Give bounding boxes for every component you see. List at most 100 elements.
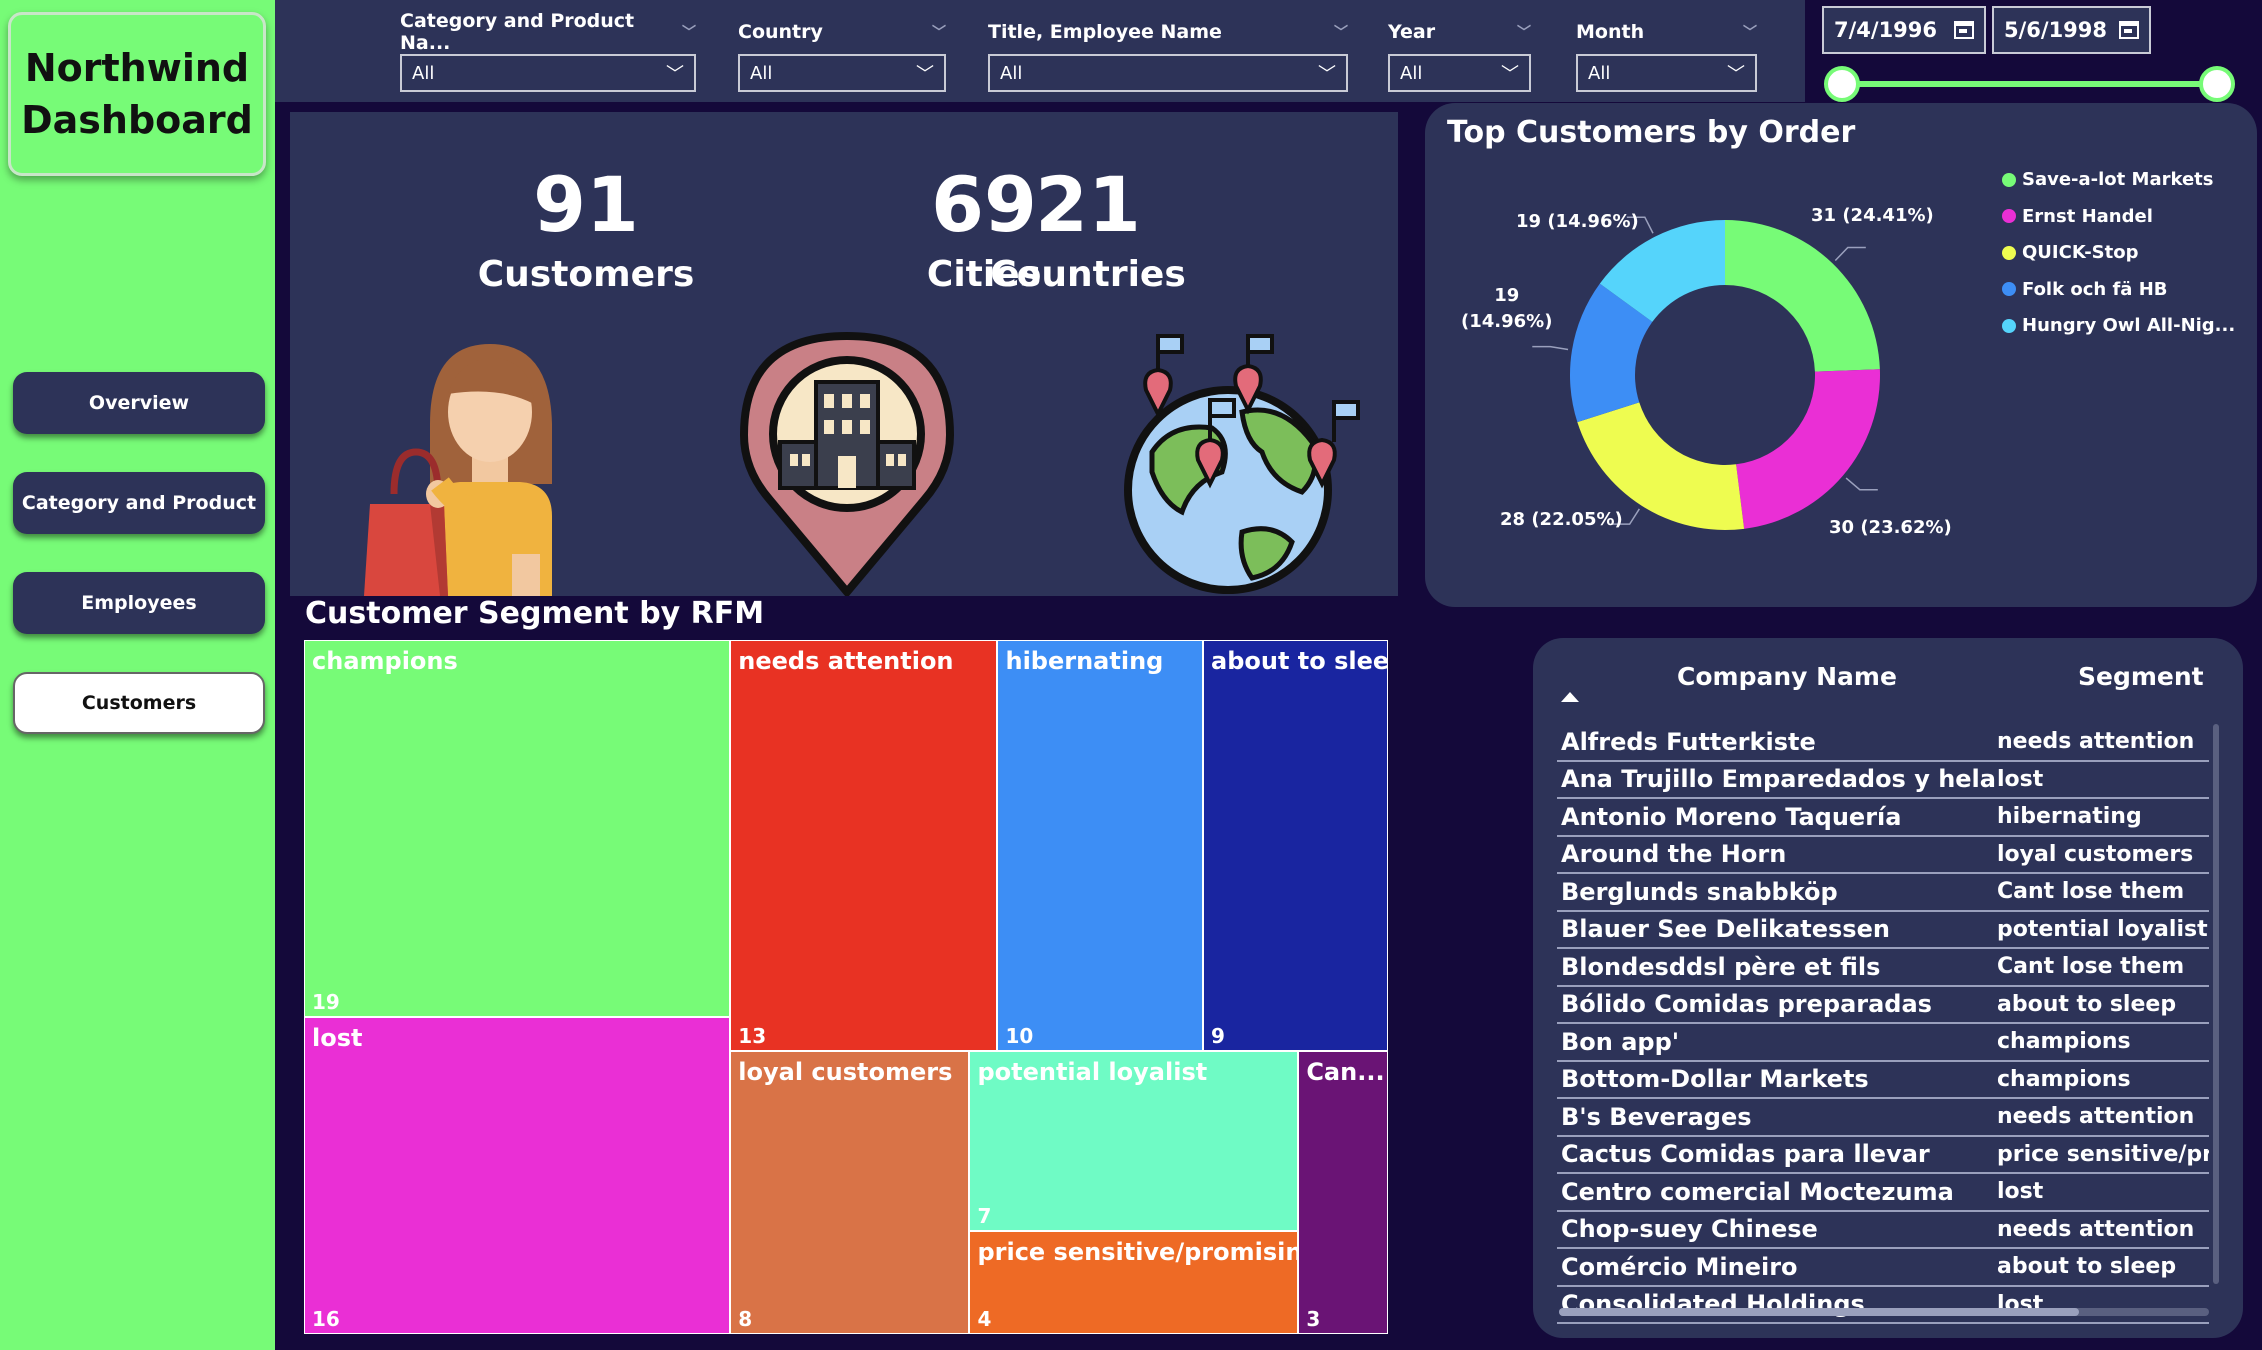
treemap-tile[interactable]: about to sleep 9 bbox=[1203, 640, 1388, 1052]
company-name-cell: Bottom-Dollar Markets bbox=[1561, 1065, 1869, 1094]
chevron-down-icon: ﹀ bbox=[1318, 64, 1336, 85]
chevron-down-icon[interactable]: ﹀ bbox=[1743, 22, 1757, 42]
column-header-company-name[interactable]: Company Name bbox=[1677, 662, 1897, 691]
filter-value: All bbox=[412, 62, 435, 84]
chevron-down-icon[interactable]: ﹀ bbox=[1334, 22, 1348, 42]
legend-label: Save-a-lot Markets bbox=[2022, 169, 2214, 190]
table-row[interactable]: Cactus Comidas para llevar price sensitiv… bbox=[1557, 1137, 2209, 1174]
table-row[interactable]: Ana Trujillo Emparedados y helados lost bbox=[1557, 762, 2209, 799]
calendar-icon[interactable] bbox=[2119, 21, 2139, 39]
table-row[interactable]: Alfreds Futterkiste needs attention bbox=[1557, 724, 2209, 762]
legend-item[interactable]: QUICK-Stop bbox=[2002, 242, 2139, 263]
company-name-cell: Bólido Comidas preparadas bbox=[1561, 990, 1932, 1019]
date-end-input[interactable]: 5/6/1998 bbox=[1992, 6, 2151, 54]
donut-slice[interactable] bbox=[1736, 369, 1880, 529]
segment-cell: hibernating bbox=[1997, 804, 2142, 830]
table-row[interactable]: Berglunds snabbköp Cant lose them bbox=[1557, 874, 2209, 912]
treemap-tile[interactable]: champions 19 bbox=[304, 640, 731, 1017]
filter-month: Month ﹀ All ﹀ bbox=[1576, 18, 1757, 92]
column-header-segment[interactable]: Segment bbox=[2078, 662, 2204, 691]
table-row[interactable]: Antonio Moreno Taquería hibernating bbox=[1557, 799, 2209, 837]
segment-cell: about to sleep bbox=[1997, 1254, 2177, 1280]
legend-item[interactable]: Folk och fä HB bbox=[2002, 279, 2168, 300]
donut-data-label: 28 (22.05%) bbox=[1500, 509, 1623, 530]
date-slider-start-handle[interactable] bbox=[1824, 66, 1860, 102]
treemap-tile[interactable]: potential loyalist 7 bbox=[969, 1051, 1299, 1232]
treemap-tile[interactable]: needs attention 13 bbox=[730, 640, 998, 1052]
table-row[interactable]: Bólido Comidas preparadas about to sleep bbox=[1557, 987, 2209, 1024]
sort-ascending-icon[interactable] bbox=[1561, 692, 1579, 702]
treemap-title: Customer Segment by RFM bbox=[305, 596, 765, 631]
table-row[interactable]: Blondesddsl père et fils Cant lose them bbox=[1557, 949, 2209, 987]
table-row[interactable]: Bon app' champions bbox=[1557, 1024, 2209, 1062]
table-row[interactable]: Centro comercial Moctezuma lost bbox=[1557, 1174, 2209, 1212]
calendar-icon[interactable] bbox=[1954, 21, 1974, 39]
treemap-tile[interactable]: price sensitive/promising 4 bbox=[969, 1231, 1299, 1334]
top-customers-chart-panel: Top Customers by Order Save-a-lot Market… bbox=[1425, 103, 2257, 607]
table-row[interactable]: Around the Horn loyal customers bbox=[1557, 837, 2209, 874]
legend-label: QUICK-Stop bbox=[2022, 242, 2139, 263]
nav-category-product-button[interactable]: Category and Product bbox=[13, 472, 265, 534]
segment-cell: loyal customers bbox=[1997, 841, 2194, 867]
chevron-down-icon[interactable]: ﹀ bbox=[932, 22, 946, 42]
nav-customers-button[interactable]: Customers bbox=[13, 672, 265, 734]
date-slider-end-handle[interactable] bbox=[2199, 66, 2235, 102]
shopper-icon bbox=[364, 344, 552, 596]
treemap-tile-value: 19 bbox=[312, 989, 340, 1014]
globe-pins-icon bbox=[1124, 334, 1360, 594]
segment-cell: about to sleep bbox=[1997, 991, 2177, 1017]
nav-employees-button[interactable]: Employees bbox=[13, 572, 265, 634]
donut-data-label: 31 (24.41%) bbox=[1811, 205, 1934, 226]
filter-employee-dropdown[interactable]: All ﹀ bbox=[988, 54, 1348, 92]
filter-employee: Title, Employee Name ﹀ All ﹀ bbox=[988, 18, 1348, 92]
treemap-tile-label: Can... bbox=[1306, 1058, 1385, 1087]
legend-item[interactable]: Hungry Owl All-Nig... bbox=[2002, 315, 2235, 336]
donut-slice[interactable] bbox=[1725, 220, 1880, 372]
segment-cell: champions bbox=[1997, 1029, 2131, 1055]
segment-cell: lost bbox=[1997, 1179, 2044, 1205]
company-name-cell: Bon app' bbox=[1561, 1027, 1680, 1056]
company-name-cell: Antonio Moreno Taquería bbox=[1561, 802, 1902, 831]
filter-month-dropdown[interactable]: All ﹀ bbox=[1576, 54, 1757, 92]
filter-category-product-dropdown[interactable]: All ﹀ bbox=[400, 54, 696, 92]
treemap-tile-value: 13 bbox=[738, 1024, 767, 1049]
treemap-tile[interactable]: loyal customers 8 bbox=[730, 1051, 970, 1334]
table-row[interactable]: Comércio Mineiro about to sleep bbox=[1557, 1249, 2209, 1287]
filter-year-dropdown[interactable]: All ﹀ bbox=[1388, 54, 1531, 92]
legend-label: Folk och fä HB bbox=[2022, 278, 2168, 300]
company-name-cell: Alfreds Futterkiste bbox=[1561, 727, 1816, 756]
table-row[interactable]: Blauer See Delikatessen potential loyalis… bbox=[1557, 912, 2209, 949]
filter-value: All bbox=[750, 62, 773, 84]
treemap-tile-label: needs attention bbox=[738, 647, 954, 675]
vertical-scrollbar[interactable] bbox=[2213, 724, 2219, 1284]
treemap-tile-label: potential loyalist bbox=[977, 1058, 1208, 1087]
horizontal-scrollbar[interactable] bbox=[1559, 1308, 2209, 1316]
chevron-down-icon[interactable]: ﹀ bbox=[1517, 22, 1531, 42]
treemap-tile-label: lost bbox=[312, 1023, 363, 1052]
filter-country-dropdown[interactable]: All ﹀ bbox=[738, 54, 946, 92]
date-slider-track[interactable] bbox=[1840, 81, 2217, 87]
kpi-countries-value: 21 bbox=[1035, 160, 1141, 249]
filter-country: Country ﹀ All ﹀ bbox=[738, 18, 946, 92]
table-row[interactable]: B's Beverages needs attention bbox=[1557, 1099, 2209, 1137]
date-start-input[interactable]: 7/4/1996 bbox=[1822, 6, 1986, 54]
donut-data-label: 30 (23.62%) bbox=[1829, 517, 1952, 538]
treemap-tile[interactable]: Can... 3 bbox=[1298, 1051, 1388, 1334]
nav-overview-button[interactable]: Overview bbox=[13, 372, 265, 434]
legend-label: Ernst Handel bbox=[2022, 205, 2153, 227]
chevron-down-icon: ﹀ bbox=[1501, 64, 1519, 85]
treemap-tile[interactable]: hibernating 10 bbox=[997, 640, 1204, 1052]
legend-item[interactable]: Save-a-lot Markets bbox=[2002, 169, 2214, 190]
horizontal-scrollbar-thumb[interactable] bbox=[1559, 1308, 2079, 1316]
chevron-down-icon[interactable]: ﹀ bbox=[682, 22, 696, 42]
segment-cell: needs attention bbox=[1997, 729, 2195, 755]
treemap-tile-value: 8 bbox=[738, 1306, 753, 1331]
treemap-tile-value: 16 bbox=[312, 1306, 340, 1331]
table-row[interactable]: Chop-suey Chinese needs attention bbox=[1557, 1212, 2209, 1249]
treemap-tile[interactable]: lost 16 bbox=[304, 1016, 731, 1334]
table-row[interactable]: Bottom-Dollar Markets champions bbox=[1557, 1062, 2209, 1099]
table-row[interactable]: Consolidated Holdings lost bbox=[1557, 1287, 2209, 1324]
legend-marker bbox=[2002, 209, 2016, 223]
legend-item[interactable]: Ernst Handel bbox=[2002, 206, 2153, 227]
company-name-cell: Blauer See Delikatessen bbox=[1561, 915, 1890, 944]
